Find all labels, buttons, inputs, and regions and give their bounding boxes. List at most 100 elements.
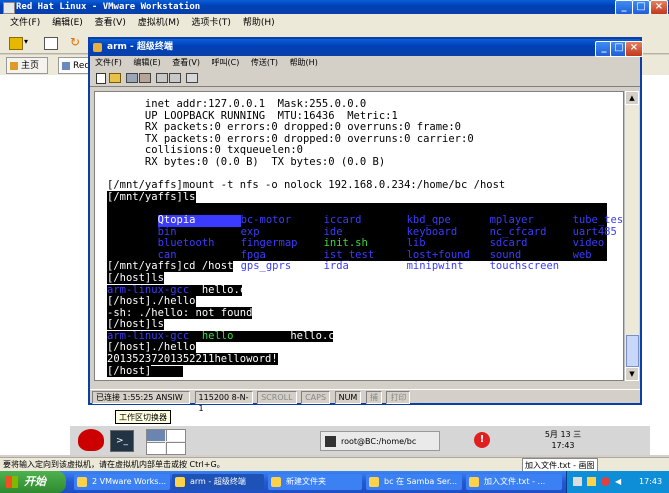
- scroll-up-arrow-icon[interactable]: ▲: [625, 91, 639, 105]
- guest-clock-time: 17:43: [551, 441, 575, 450]
- ls-output: Qtopia bc-motor iccard kbd_qpe mplayer tube_t…: [107, 203, 623, 272]
- taskbar-item-samba[interactable]: bc 在 Samba Ser...: [366, 474, 462, 490]
- workspace-3[interactable]: [147, 442, 165, 454]
- taskbar-item-label: 2 VMware Works...: [92, 477, 167, 486]
- update-alert-icon[interactable]: !: [474, 432, 490, 448]
- ls-dir: arm-linux-gcc: [107, 283, 190, 296]
- ls-dir: touchscreen: [489, 261, 560, 273]
- tray-security-icon[interactable]: [601, 477, 610, 486]
- vmware-menu-vm[interactable]: 虚拟机(M): [138, 18, 180, 28]
- tab-vm[interactable]: Red: [58, 57, 92, 74]
- vmware-title: Red Hat Linux - VMware Workstation: [16, 2, 201, 12]
- vmware-menu-edit[interactable]: 编辑(E): [52, 18, 83, 28]
- workspace-2[interactable]: [166, 430, 185, 441]
- taskbar-item-hyperterminal[interactable]: arm - 超级终端: [172, 474, 264, 490]
- ls-exec: hello: [201, 329, 234, 342]
- dropdown-arrow-icon[interactable]: ▾: [24, 37, 28, 46]
- windows-taskbar: 开始 2 VMware Works... arm - 超级终端 新建文件夹 bc…: [0, 471, 669, 493]
- hyperterminal-titlebar: arm - 超级终端 _ □ ×: [90, 39, 643, 57]
- vmware-menu-tabs[interactable]: 选项卡(T): [191, 18, 231, 28]
- taskbar-item-paint[interactable]: 加入文件.txt - ...: [466, 474, 562, 490]
- terminal-prompt: [/host]: [107, 364, 152, 377]
- tray-volume-icon[interactable]: [587, 477, 596, 486]
- vmware-menu-file[interactable]: 文件(F): [10, 18, 40, 28]
- send-icon[interactable]: [156, 73, 168, 83]
- samba-folder-icon: [369, 477, 379, 487]
- ls-dir: Qtopia: [157, 214, 241, 227]
- home-icon: [10, 62, 18, 70]
- hyperterminal-window: arm - 超级终端 _ □ × 文件(F) 编辑(E) 查看(V) 呼叫(C)…: [88, 37, 643, 413]
- terminal-line: [/host]: [107, 364, 623, 378]
- ht-menu-edit[interactable]: 编辑(E): [133, 58, 160, 67]
- terminal-scrollbar[interactable]: ▲ ▼: [624, 91, 639, 381]
- ht-menu-file[interactable]: 文件(F): [95, 58, 122, 67]
- vmware-close-button[interactable]: ×: [650, 0, 668, 15]
- scroll-thumb[interactable]: [626, 335, 639, 367]
- taskbar-item-label: 新建文件夹: [286, 477, 326, 486]
- receive-icon[interactable]: [169, 73, 181, 83]
- workspace-4[interactable]: [166, 442, 185, 454]
- hyperterminal-statusbar: 已连接 1:55:25 ANSIW 115200 8-N-1 SCROLL CA…: [90, 389, 640, 413]
- vmware-maximize-button[interactable]: □: [632, 0, 650, 15]
- ls-dir: sound: [489, 249, 522, 261]
- tab-home-label: 主页: [21, 61, 40, 71]
- taskbar-clock[interactable]: 17:43: [639, 471, 662, 493]
- terminal-line-text: 20135237201352211helloword!: [107, 353, 278, 366]
- taskbar-item-vmware[interactable]: 2 VMware Works...: [74, 474, 170, 490]
- ls-dir: irda: [323, 261, 349, 273]
- scroll-down-arrow-icon[interactable]: ▼: [625, 367, 639, 381]
- cursor: [151, 365, 184, 378]
- terminal-line: 20135237201352211helloword!: [107, 353, 623, 366]
- workspace-switcher[interactable]: [146, 429, 186, 455]
- call-icon[interactable]: [126, 73, 138, 83]
- terminal-launcher-icon[interactable]: >_: [110, 430, 134, 452]
- terminal-line: [/host]./hello: [107, 295, 623, 308]
- terminal-line: [/mnt/yaffs]ls: [107, 190, 623, 204]
- tray-network-icon[interactable]: [573, 477, 582, 486]
- vmware-menubar: 文件(F) 编辑(E) 查看(V) 虚拟机(M) 选项卡(T) 帮助(H): [0, 14, 669, 32]
- ls-file: hello.c: [201, 283, 247, 296]
- terminal-line: RX bytes:0 (0.0 B) TX bytes:0 (0.0 B): [107, 155, 386, 168]
- ls-file: hello.c: [290, 329, 335, 342]
- ls-dir: lost+found: [406, 249, 470, 261]
- properties-icon[interactable]: [186, 73, 198, 83]
- revert-icon[interactable]: ↻: [70, 35, 80, 49]
- tray-arrow-icon[interactable]: ◀: [615, 471, 621, 493]
- vmware-menu-help[interactable]: 帮助(H): [243, 18, 275, 28]
- tab-home[interactable]: 主页: [6, 57, 48, 74]
- ls-dir: ist_test: [323, 249, 375, 261]
- ht-menu-transfer[interactable]: 传送(T): [251, 58, 278, 67]
- vmware-status-text: 要将输入定向到该虚拟机，请在虚拟机内部单击或按 Ctrl+G。: [3, 460, 225, 469]
- open-icon[interactable]: [109, 73, 121, 83]
- ht-menu-view[interactable]: 查看(V): [172, 58, 200, 67]
- power-icon[interactable]: [9, 37, 23, 50]
- terminal-screen[interactable]: inet addr:127.0.0.1 Mask:255.0.0.0 UP LO…: [94, 91, 624, 381]
- terminal-line-text: [/host]./hello: [107, 341, 196, 354]
- redhat-menu-icon[interactable]: [78, 429, 104, 451]
- ls-dir: fpga: [240, 249, 266, 261]
- vmware-minimize-button[interactable]: _: [615, 0, 633, 15]
- ls-dir: keyboard: [406, 226, 458, 238]
- terminal-line-text: [/host]ls: [107, 318, 164, 331]
- taskbar-item-folder[interactable]: 新建文件夹: [268, 474, 362, 490]
- ht-menu-call[interactable]: 呼叫(C): [212, 58, 240, 67]
- hyperterminal-close-button[interactable]: ×: [625, 41, 643, 57]
- terminal-line-text: [/host]./hello: [107, 295, 196, 308]
- guest-panel: >_ root@BC:/home/bc ! 5月 13 三 17:43: [70, 425, 650, 455]
- ls-dir: exp: [240, 226, 260, 238]
- start-button[interactable]: 开始: [0, 471, 66, 493]
- workspace-1[interactable]: [147, 430, 165, 441]
- vmware-menu-view[interactable]: 查看(V): [95, 18, 126, 28]
- disconnect-icon[interactable]: [139, 73, 151, 83]
- snapshot-icon[interactable]: [44, 37, 58, 50]
- terminal-line-text: [/mnt/yaffs]cd /host: [107, 260, 234, 273]
- terminal-line: inet addr:127.0.0.1 Mask:255.0.0.0: [107, 98, 367, 110]
- new-connection-icon[interactable]: [96, 73, 106, 84]
- ls-dir: mplayer: [489, 214, 534, 226]
- guest-clock[interactable]: 5月 13 三 17:43: [538, 429, 588, 451]
- ls-dir: arm-linux-gcc: [107, 329, 190, 342]
- ht-menu-help[interactable]: 帮助(H): [290, 58, 318, 67]
- guest-task-button[interactable]: root@BC:/home/bc: [320, 431, 440, 451]
- terminal-line: [/mnt/yaffs]mount -t nfs -o nolock 192.1…: [107, 179, 506, 192]
- status-capture: 捕: [365, 391, 382, 404]
